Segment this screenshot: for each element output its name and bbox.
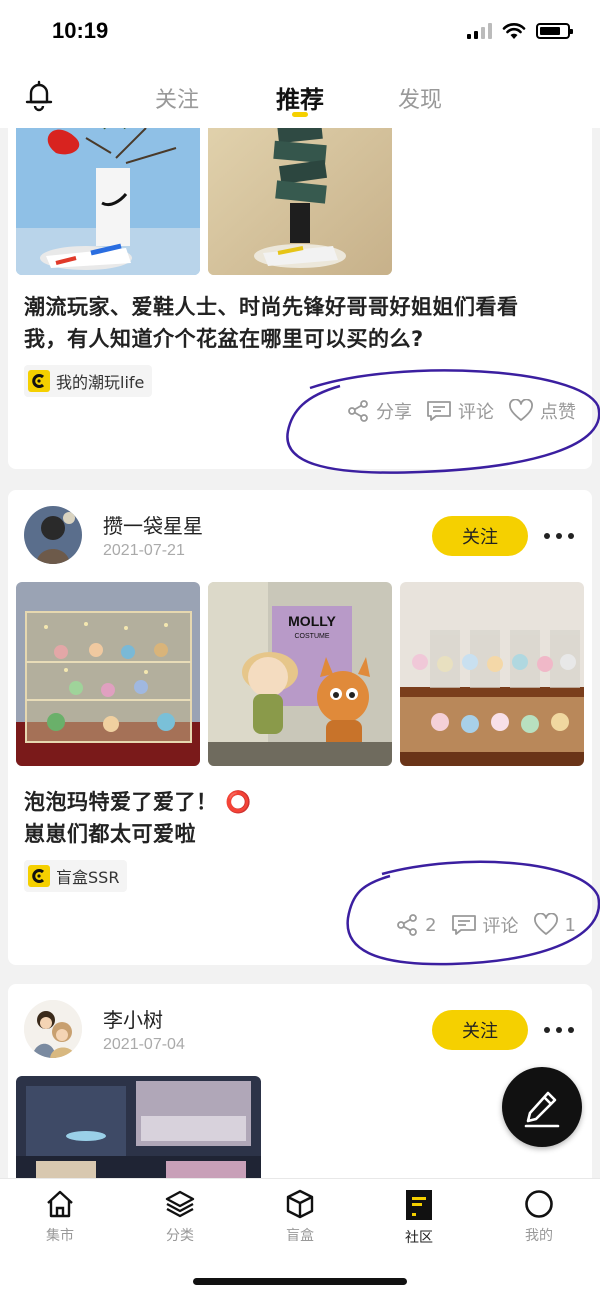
post-text-line: 崽崽们都太可爱啦 bbox=[24, 822, 196, 846]
tab-discover[interactable]: 发现 bbox=[398, 82, 442, 114]
home-indicator bbox=[193, 1278, 407, 1285]
tab-active-indicator bbox=[292, 112, 308, 117]
post-text-line: 潮流玩家、爱鞋人士、时尚先锋好哥哥好姐姐们看看 bbox=[24, 295, 519, 319]
like-button[interactable]: 点赞 bbox=[508, 398, 576, 424]
post-card[interactable]: 李小树 2021-07-04 关注 bbox=[8, 984, 592, 1178]
post-date: 2021-07-04 bbox=[103, 1036, 185, 1053]
comment-icon bbox=[451, 915, 476, 935]
post-text[interactable]: 泡泡玛特爱了爱了！ ⭕ 崽崽们都太可爱啦 bbox=[24, 786, 252, 850]
share-icon bbox=[397, 914, 417, 936]
post-image[interactable] bbox=[208, 128, 392, 275]
box-icon bbox=[286, 1189, 314, 1219]
status-bar: 10:19 bbox=[0, 0, 600, 62]
tab-recommended[interactable]: 推荐 bbox=[276, 80, 324, 115]
more-options-icon[interactable] bbox=[544, 1027, 574, 1033]
share-label: 分享 bbox=[376, 402, 412, 423]
profile-icon bbox=[525, 1190, 553, 1218]
nav-label: 盲盒 bbox=[286, 1228, 314, 1244]
topic-logo-icon bbox=[28, 370, 50, 392]
feed[interactable]: 潮流玩家、爱鞋人士、时尚先锋好哥哥好姐姐们看看 我，有人知道介个花盆在哪里可以买… bbox=[0, 128, 600, 1178]
post-image[interactable]: MOLLY COSTUME bbox=[208, 582, 392, 766]
share-icon bbox=[348, 400, 368, 422]
post-image[interactable] bbox=[400, 582, 584, 766]
user-name[interactable]: 李小树 bbox=[103, 1004, 163, 1033]
compose-button[interactable] bbox=[502, 1067, 582, 1147]
like-label: 点赞 bbox=[540, 402, 576, 423]
layers-icon bbox=[165, 1190, 195, 1218]
post-card[interactable]: 潮流玩家、爱鞋人士、时尚先锋好哥哥好姐姐们看看 我，有人知道介个花盆在哪里可以买… bbox=[8, 128, 592, 469]
like-button[interactable]: 1 bbox=[533, 913, 576, 937]
community-icon bbox=[406, 1190, 432, 1220]
topic-logo-icon bbox=[28, 865, 50, 887]
post-text-line: 我，有人知道介个花盆在哪里可以买的么? bbox=[24, 327, 424, 351]
signal-icon bbox=[467, 23, 492, 39]
comment-icon bbox=[427, 401, 451, 421]
nav-category[interactable]: 分类 bbox=[140, 1189, 220, 1245]
share-button[interactable]: 分享 bbox=[346, 398, 412, 424]
post-text[interactable]: 潮流玩家、爱鞋人士、时尚先锋好哥哥好姐姐们看看 我，有人知道介个花盆在哪里可以买… bbox=[24, 291, 519, 355]
topic-tag-label: 盲盒SSR bbox=[56, 868, 120, 887]
topic-tag[interactable]: 盲盒SSR bbox=[24, 860, 128, 892]
comment-label: 评论 bbox=[458, 402, 494, 423]
box-text-costume: COSTUME bbox=[295, 633, 330, 640]
user-name[interactable]: 攒一袋星星 bbox=[103, 510, 203, 539]
avatar[interactable] bbox=[24, 1000, 82, 1058]
nav-market[interactable]: 集市 bbox=[20, 1189, 100, 1245]
post-image[interactable] bbox=[16, 582, 200, 766]
pen-icon bbox=[524, 1091, 560, 1128]
heart-icon bbox=[533, 913, 558, 935]
box-text-molly: MOLLY bbox=[288, 613, 336, 629]
nav-label: 社区 bbox=[405, 1230, 433, 1246]
comment-label: 评论 bbox=[482, 916, 519, 937]
more-options-icon[interactable] bbox=[544, 533, 574, 539]
nav-label: 分类 bbox=[166, 1228, 194, 1244]
status-icons bbox=[467, 22, 573, 40]
post-image[interactable] bbox=[16, 1076, 261, 1178]
post-card[interactable]: 攒一袋星星 2021-07-21 关注 MOLLY COSTUME 泡泡玛特爱了… bbox=[8, 490, 592, 965]
tab-following[interactable]: 关注 bbox=[155, 82, 199, 114]
home-icon bbox=[47, 1190, 73, 1218]
nav-label: 集市 bbox=[46, 1228, 74, 1244]
share-button[interactable]: 2 bbox=[395, 913, 437, 937]
like-count: 1 bbox=[564, 914, 576, 936]
nav-profile[interactable]: 我的 bbox=[499, 1189, 579, 1245]
follow-button[interactable]: 关注 bbox=[432, 516, 528, 556]
wifi-icon bbox=[502, 23, 526, 39]
bell-icon[interactable] bbox=[22, 78, 56, 112]
share-count: 2 bbox=[425, 914, 437, 936]
topic-tag-label: 我的潮玩life bbox=[56, 373, 145, 392]
status-time: 10:19 bbox=[52, 18, 109, 43]
follow-button[interactable]: 关注 bbox=[432, 1010, 528, 1050]
topic-tag[interactable]: 我的潮玩life bbox=[24, 365, 153, 397]
top-nav: 关注 推荐 发现 bbox=[0, 62, 600, 128]
avatar[interactable] bbox=[24, 506, 82, 564]
comment-button[interactable]: 评论 bbox=[426, 398, 494, 424]
comment-button[interactable]: 评论 bbox=[451, 912, 519, 938]
post-text-line: 泡泡玛特爱了爱了！ ⭕ bbox=[24, 790, 252, 814]
nav-blindbox[interactable]: 盲盒 bbox=[260, 1189, 340, 1245]
post-actions: 分享 评论 点赞 bbox=[346, 398, 576, 424]
heart-icon bbox=[509, 399, 533, 421]
post-date: 2021-07-21 bbox=[103, 542, 185, 559]
battery-icon bbox=[536, 23, 573, 39]
nav-label: 我的 bbox=[525, 1228, 553, 1244]
post-actions: 2 评论 1 bbox=[395, 912, 576, 938]
post-image[interactable] bbox=[16, 128, 200, 275]
nav-community[interactable]: 社区 bbox=[379, 1189, 459, 1247]
